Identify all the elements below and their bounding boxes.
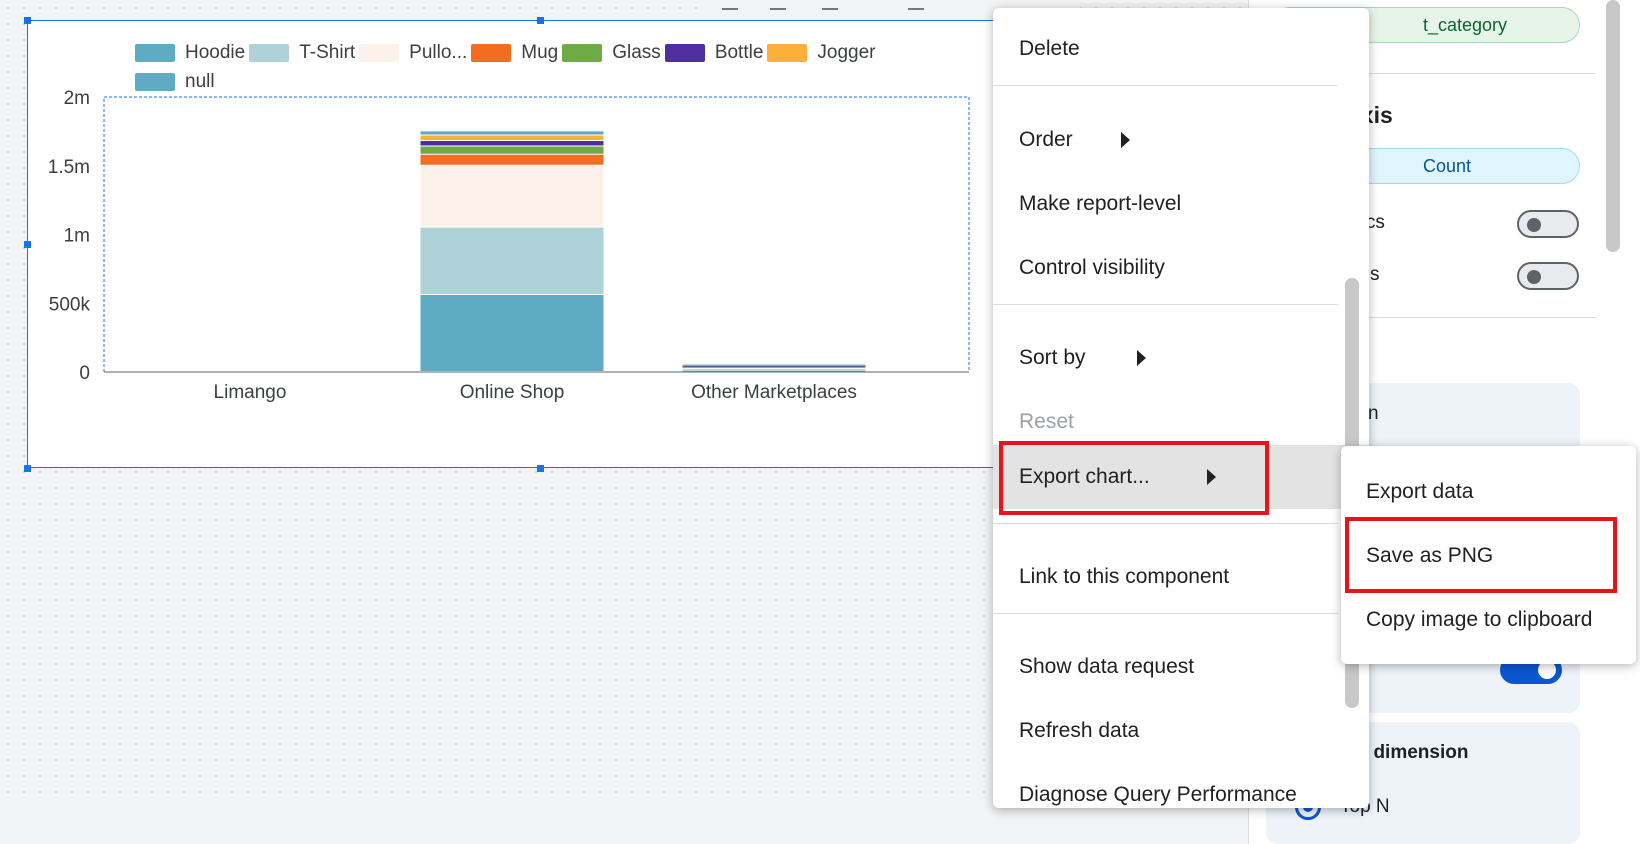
x-tick-label: Limango: [214, 382, 287, 403]
menu-item-order[interactable]: Order: [993, 110, 1338, 170]
menu-item-show-data-request[interactable]: Show data request: [993, 637, 1338, 697]
legend-label: Bottle: [714, 42, 764, 63]
legend-label: null: [185, 71, 215, 92]
bar-segment: [420, 131, 604, 135]
menu-item-label: Copy image to clipboard: [1366, 608, 1593, 631]
metric-sliders-toggle[interactable]: [1517, 262, 1579, 290]
legend-label: Hoodie: [185, 42, 246, 63]
legend-swatch: [767, 44, 808, 62]
legend-item[interactable]: Glass: [562, 42, 661, 63]
legend-swatch: [135, 44, 175, 62]
bar-segment: [682, 369, 866, 371]
bar-segment: [682, 370, 866, 372]
context-menu: Delete Order Make report-level Control v…: [993, 8, 1369, 808]
y-tick-label: 0: [79, 363, 90, 384]
menu-item-sort-by[interactable]: Sort by: [993, 328, 1338, 388]
y-tick-label: 2m: [64, 88, 90, 109]
menu-item-label: Control visibility: [1019, 256, 1165, 279]
metric-sliders-label: s: [1370, 264, 1380, 285]
menu-separator: [993, 304, 1338, 305]
resize-handle-left[interactable]: [24, 241, 31, 248]
menu-item-label: Show data request: [1019, 655, 1195, 678]
bar-segment: [682, 367, 866, 369]
chart-legend: Hoodie T-Shirt Pullo... Mug Glass Bottle Jogge…: [135, 42, 955, 101]
bar-segment: [420, 227, 604, 294]
resize-handle-bottom-left[interactable]: [24, 465, 31, 472]
menu-item-label: Export data: [1366, 480, 1474, 503]
menu-item-control-visibility[interactable]: Control visibility: [993, 238, 1338, 298]
legend-swatch: [664, 44, 705, 62]
legend-label: T-Shirt: [299, 42, 356, 63]
submenu-arrow-icon: [1207, 469, 1216, 485]
menu-item-reset: Reset: [993, 392, 1338, 452]
submenu-arrow-icon: [1137, 350, 1146, 366]
legend-label: Glass: [612, 42, 661, 63]
chart-component[interactable]: 0 500k 1m 1.5m 2m Limango Online Shop Other Mar…: [27, 20, 1021, 468]
menu-item-label: Make report-level: [1019, 192, 1182, 215]
menu-item-label: Link to this component: [1019, 565, 1230, 588]
menu-item-delete[interactable]: Delete: [993, 19, 1338, 79]
legend-item[interactable]: Pullo...: [359, 42, 468, 63]
bar-segment: [682, 364, 866, 366]
menu-item-export-chart[interactable]: Export chart...: [993, 445, 1338, 509]
menu-item-diagnose-query-performance[interactable]: Diagnose Query Performance: [993, 765, 1338, 808]
legend-swatch: [471, 44, 512, 62]
filter-icon[interactable]: [822, 0, 838, 10]
legend-item[interactable]: Hoodie: [135, 42, 246, 63]
menu-item-save-as-png[interactable]: Save as PNG: [1341, 526, 1636, 586]
bar-segment: [420, 295, 604, 371]
resize-handle-bottom[interactable]: [537, 465, 544, 472]
menu-item-make-report-level[interactable]: Make report-level: [993, 174, 1338, 234]
legend-label: Mug: [521, 42, 559, 63]
menu-separator: [993, 523, 1338, 524]
optional-metrics-toggle[interactable]: [1517, 210, 1579, 238]
submenu-arrow-icon: [1121, 132, 1130, 148]
select-icon[interactable]: [722, 0, 738, 10]
menu-item-label: Order: [1019, 128, 1073, 151]
card-label: n: [1368, 403, 1379, 424]
legend-swatch: [249, 44, 290, 62]
menu-item-label: Diagnose Query Performance: [1019, 783, 1297, 806]
legend-item[interactable]: Mug: [471, 42, 559, 63]
y-tick-label: 1.5m: [48, 157, 90, 178]
x-tick-label: Other Marketplaces: [691, 382, 857, 403]
legend-label: Pullo...: [409, 42, 468, 63]
legend-item[interactable]: Jogger: [767, 42, 876, 63]
bar-segment: [420, 135, 604, 140]
y-tick-label: 500k: [49, 294, 91, 315]
menu-item-export-data[interactable]: Export data: [1341, 462, 1636, 522]
export-submenu: Export data Save as PNG Copy image to cl…: [1341, 446, 1636, 664]
legend-swatch: [135, 73, 175, 91]
resize-handle-top-left[interactable]: [24, 17, 31, 24]
edit-icon[interactable]: [770, 0, 786, 10]
legend-item[interactable]: T-Shirt: [249, 42, 356, 63]
menu-item-link-component[interactable]: Link to this component: [993, 547, 1338, 607]
menu-item-label: Reset: [1019, 410, 1074, 433]
legend-label: Jogger: [817, 42, 876, 63]
menu-item-label: Sort by: [1019, 346, 1086, 369]
menu-item-label: Refresh data: [1019, 719, 1140, 742]
legend-item[interactable]: null: [135, 71, 215, 92]
search-icon[interactable]: [908, 0, 924, 10]
bar-segment: [420, 165, 604, 227]
menu-item-label: Save as PNG: [1366, 544, 1494, 567]
bar-segment: [420, 154, 604, 165]
resize-handle-top[interactable]: [537, 17, 544, 24]
y-tick-label: 1m: [64, 226, 90, 247]
menu-separator: [993, 85, 1338, 86]
menu-separator: [993, 613, 1338, 614]
legend-swatch: [359, 44, 400, 62]
menu-item-label: Export chart...: [1019, 465, 1150, 488]
menu-item-label: Delete: [1019, 37, 1080, 60]
legend-swatch: [562, 44, 603, 62]
properties-panel-scrollbar[interactable]: [1606, 0, 1620, 252]
x-tick-label: Online Shop: [460, 382, 565, 403]
bar-segment: [420, 146, 604, 154]
menu-item-copy-image[interactable]: Copy image to clipboard: [1341, 590, 1636, 650]
bar-segment: [420, 141, 604, 146]
menu-item-refresh-data[interactable]: Refresh data: [993, 701, 1338, 761]
legend-item[interactable]: Bottle: [664, 42, 764, 63]
